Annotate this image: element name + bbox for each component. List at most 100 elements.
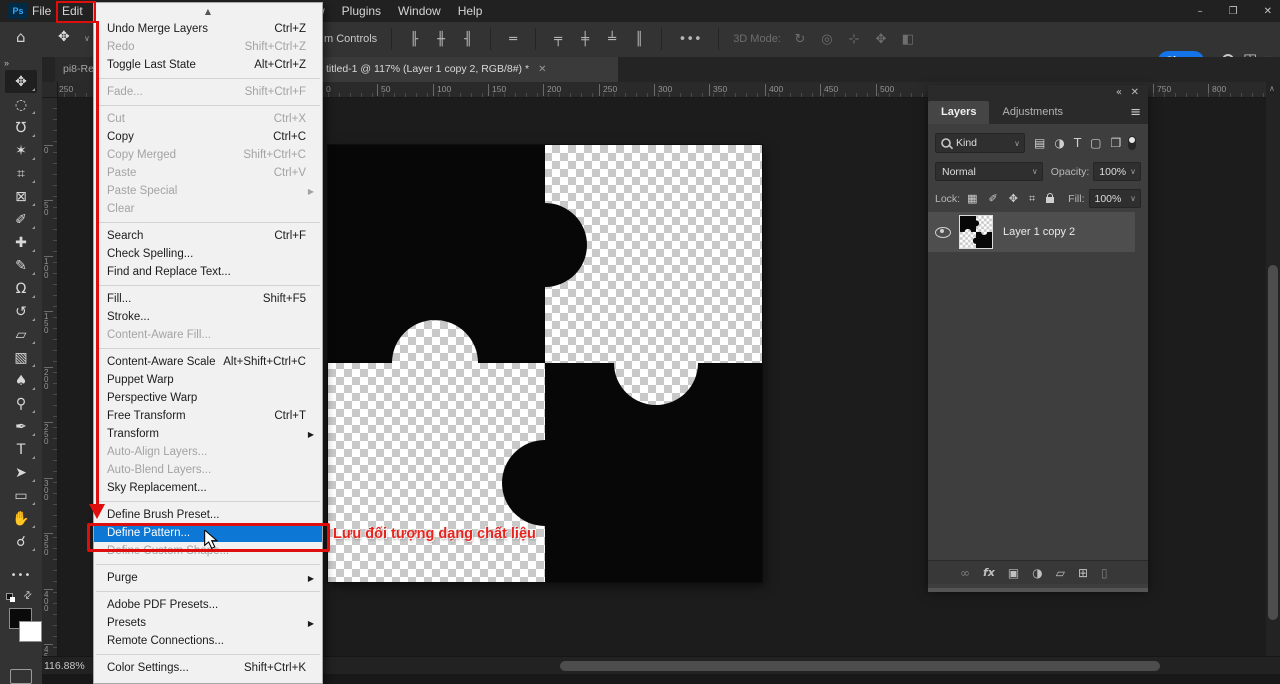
menu-file[interactable]: File [28, 0, 55, 22]
lock-position-icon[interactable]: ✥ [1009, 192, 1018, 206]
shape-tool[interactable]: ▭ [5, 484, 37, 507]
delete-layer-icon[interactable]: ▯ [1101, 566, 1108, 580]
panel-menu-icon[interactable]: ≡ [1130, 105, 1141, 120]
blend-mode-dropdown[interactable]: Normal ∨ [935, 162, 1043, 181]
menu-item-fill[interactable]: Fill...Shift+F5 [94, 290, 322, 308]
hand-tool[interactable]: ✋ [5, 507, 37, 530]
lasso-tool[interactable]: ℧ [5, 116, 37, 139]
new-group-icon[interactable]: ▱ [1056, 566, 1065, 580]
menu-item-free-transform[interactable]: Free TransformCtrl+T [94, 407, 322, 425]
more-options-icon[interactable]: ••• [676, 32, 704, 47]
crop-tool[interactable]: ⌗ [5, 162, 37, 185]
collapse-panel-icon[interactable]: « [1116, 87, 1122, 98]
align-vertical-centers-icon[interactable]: ╪ [577, 32, 593, 47]
more-tools-icon[interactable]: ••• [5, 570, 37, 581]
filter-pixel-layers-icon[interactable]: ▤ [1034, 136, 1045, 150]
chevron-down-icon[interactable]: ∨ [84, 34, 90, 43]
menu-item-clear[interactable]: Clear [94, 200, 322, 218]
eraser-tool[interactable]: ▱ [5, 323, 37, 346]
link-layers-icon[interactable]: ∞ [960, 566, 970, 580]
align-bottom-edges-icon[interactable]: ╧ [604, 32, 620, 47]
close-panel-icon[interactable]: ✕ [1131, 87, 1139, 98]
distribute-horizontal-icon[interactable]: ═ [505, 32, 521, 47]
opacity-field[interactable]: 100% ∨ [1093, 162, 1141, 181]
menu-item-paste-special[interactable]: Paste Special▶ [94, 182, 322, 200]
document-tab-active[interactable]: titled-1 @ 117% (Layer 1 copy 2, RGB/8#)… [318, 57, 618, 82]
menu-item-check-spelling[interactable]: Check Spelling... [94, 245, 322, 263]
menu-item-content-aware-scale[interactable]: Content-Aware ScaleAlt+Shift+Ctrl+C [94, 353, 322, 371]
path-select-tool[interactable]: ➤ [5, 461, 37, 484]
menu-item-color-settings[interactable]: Color Settings...Shift+Ctrl+K [94, 659, 322, 677]
new-layer-icon[interactable]: ⊞ [1078, 566, 1088, 580]
zoom-level[interactable]: 116.88% [44, 660, 85, 672]
add-layer-mask-icon[interactable]: ▣ [1008, 566, 1019, 580]
eyedropper-tool[interactable]: ✐ [5, 208, 37, 231]
menu-item-stroke[interactable]: Stroke... [94, 308, 322, 326]
menu-scroll-up-icon[interactable]: ▲ [94, 3, 322, 20]
align-left-edges-icon[interactable]: ╟ [406, 32, 422, 47]
distribute-vertical-icon[interactable]: ║ [631, 32, 647, 47]
menu-plugins[interactable]: Plugins [342, 4, 381, 18]
magic-wand-tool[interactable]: ✶ [5, 139, 37, 162]
menu-item-adobe-pdf-presets[interactable]: Adobe PDF Presets... [94, 596, 322, 614]
filter-adjustment-layers-icon[interactable]: ◑ [1054, 136, 1064, 150]
new-adjustment-layer-icon[interactable]: ◑ [1032, 566, 1042, 580]
pen-tool[interactable]: ✒ [5, 415, 37, 438]
menu-item-purge[interactable]: Purge▶ [94, 569, 322, 587]
move-tool[interactable]: ✥ [5, 70, 37, 93]
menu-item-puppet-warp[interactable]: Puppet Warp [94, 371, 322, 389]
filter-toggle-switch[interactable] [1128, 136, 1136, 150]
align-horizontal-centers-icon[interactable]: ╫ [433, 32, 449, 47]
tab-adjustments[interactable]: Adjustments [989, 101, 1076, 124]
menu-item-cut[interactable]: CutCtrl+X [94, 110, 322, 128]
vertical-scrollbar-thumb[interactable] [1268, 265, 1278, 620]
swap-colors-icon[interactable]: ⇄ [21, 589, 35, 603]
menu-item-redo[interactable]: RedoShift+Ctrl+Z [94, 38, 322, 56]
frame-tool[interactable]: ⊠ [5, 185, 37, 208]
tab-layers[interactable]: Layers [928, 101, 989, 124]
type-tool[interactable]: T [5, 438, 37, 461]
horizontal-scrollbar[interactable] [560, 661, 1160, 671]
zoom-tool[interactable]: ☌ [5, 530, 37, 553]
collapse-tools-icon[interactable]: » [4, 58, 9, 68]
document-canvas[interactable] [328, 145, 762, 582]
menu-item-perspective-warp[interactable]: Perspective Warp [94, 389, 322, 407]
default-colors-icon[interactable] [6, 593, 15, 602]
menu-item-copy[interactable]: CopyCtrl+C [94, 128, 322, 146]
menu-item-define-brush-preset[interactable]: Define Brush Preset... [94, 506, 322, 524]
menu-item-find-and-replace-text[interactable]: Find and Replace Text... [94, 263, 322, 281]
menu-item-copy-merged[interactable]: Copy MergedShift+Ctrl+C [94, 146, 322, 164]
menu-item-undo-merge-layers[interactable]: Undo Merge LayersCtrl+Z [94, 20, 322, 38]
filter-smart-objects-icon[interactable]: ❐ [1111, 136, 1122, 150]
layer-visibility-eye-icon[interactable] [935, 227, 951, 238]
layer-effects-icon[interactable]: fx [983, 566, 995, 579]
lock-all-icon[interactable] [1046, 197, 1054, 203]
menu-item-paste[interactable]: PasteCtrl+V [94, 164, 322, 182]
close-button[interactable]: ✕ [1264, 6, 1272, 17]
menu-item-transform[interactable]: Transform▶ [94, 425, 322, 443]
quick-mask-icon[interactable] [10, 669, 32, 684]
lock-artboard-icon[interactable]: ⌗ [1029, 192, 1035, 206]
kind-filter-dropdown[interactable]: Kind ∨ [935, 133, 1025, 153]
align-top-edges-icon[interactable]: ╤ [550, 32, 566, 47]
scroll-up-icon[interactable]: ∧ [1269, 84, 1275, 93]
move-tool-options-icon[interactable]: ✥ [58, 29, 70, 45]
brush-tool[interactable]: ✎ [5, 254, 37, 277]
menu-item-auto-blend-layers[interactable]: Auto-Blend Layers... [94, 461, 322, 479]
home-icon[interactable]: ⌂ [16, 28, 26, 46]
dodge-tool[interactable]: ⚲ [5, 392, 37, 415]
filter-shape-layers-icon[interactable]: ▢ [1090, 136, 1101, 150]
menu-window[interactable]: Window [398, 4, 441, 18]
menu-item-fade[interactable]: Fade...Shift+Ctrl+F [94, 83, 322, 101]
filter-type-layers-icon[interactable]: T [1074, 136, 1081, 150]
vertical-scrollbar-track[interactable]: ∧ [1266, 82, 1280, 656]
menu-item-presets[interactable]: Presets▶ [94, 614, 322, 632]
menu-item-content-aware-fill[interactable]: Content-Aware Fill... [94, 326, 322, 344]
align-right-edges-icon[interactable]: ╢ [460, 32, 476, 47]
restore-button[interactable]: ❐ [1229, 6, 1238, 17]
fill-field[interactable]: 100% ∨ [1089, 189, 1142, 208]
history-brush-tool[interactable]: ↺ [5, 300, 37, 323]
close-tab-icon[interactable]: ✕ [538, 64, 546, 75]
marquee-tool[interactable]: ◌ [5, 93, 37, 116]
menu-item-sky-replacement[interactable]: Sky Replacement... [94, 479, 322, 497]
